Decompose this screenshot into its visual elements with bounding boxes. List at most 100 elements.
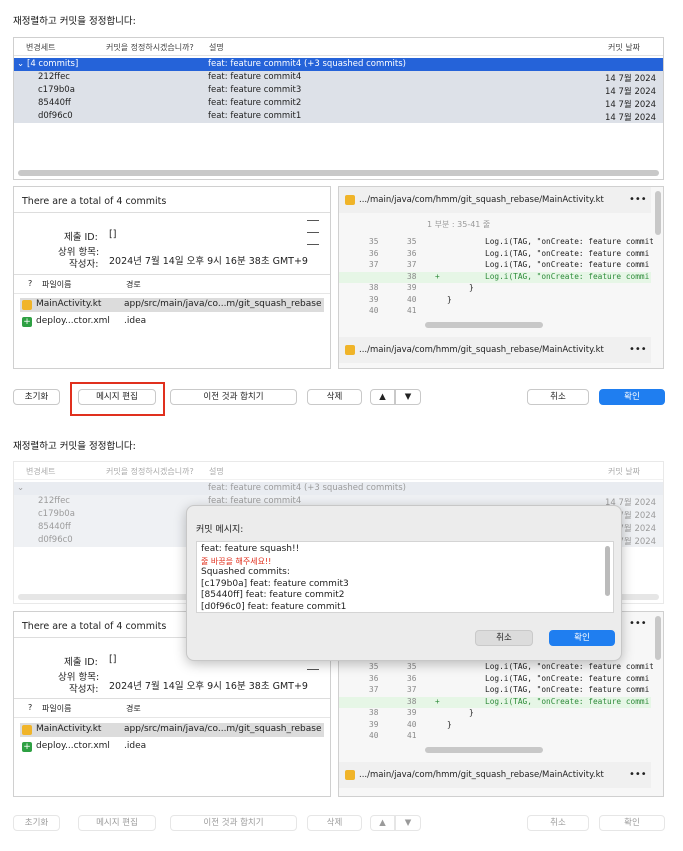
- row-id: 212ffec: [38, 72, 70, 82]
- diff-v-scrollbar[interactable]: [655, 191, 661, 235]
- submit-id-label: 제출 ID:: [64, 657, 98, 668]
- reset-button[interactable]: 초기화: [13, 389, 60, 405]
- file-col-name[interactable]: 파일이름: [42, 703, 71, 714]
- table-scrollbar[interactable]: [18, 170, 659, 176]
- diff-file-path: .../main/java/com/hmm/git_squash_rebase/…: [359, 195, 604, 205]
- table-row[interactable]: 85440ff feat: feature commit2 14 7월 2024: [14, 97, 663, 110]
- diff-file-header[interactable]: .../main/java/com/hmm/git_squash_rebase/…: [339, 187, 651, 213]
- submit-id-label: 제출 ID:: [64, 232, 98, 243]
- file-name: MainActivity.kt: [36, 724, 102, 734]
- table-row[interactable]: d0f96c0 feat: feature commit1 14 7월 2024: [14, 110, 663, 123]
- diff-hunk-header: 1 부분 : 35-41 줄: [427, 220, 491, 229]
- table-row[interactable]: 212ffec feat: feature commit4 14 7월 2024: [14, 71, 663, 84]
- row-date: 14 7월 2024: [605, 100, 657, 110]
- dialog-cancel-button[interactable]: 취소: [475, 630, 533, 646]
- row-id: c179b0a: [38, 509, 75, 519]
- diff-file-path-2: .../main/java/com/hmm/git_squash_rebase/…: [359, 345, 604, 355]
- chevron-down-icon[interactable]: ⌄: [17, 483, 24, 493]
- author-label: 작성자:: [69, 684, 99, 695]
- message-scrollbar[interactable]: [605, 546, 610, 596]
- message-note: 줄 바꿈을 해주세요!!: [201, 556, 272, 566]
- message-line: Squashed commits:: [201, 567, 290, 577]
- column-description[interactable]: 설명: [209, 466, 224, 477]
- column-description[interactable]: 설명: [209, 42, 224, 53]
- diff-file-header-2[interactable]: .../main/java/com/hmm/git_squash_rebase/…: [339, 337, 651, 363]
- file-row[interactable]: + deploy...ctor.xml .idea: [20, 315, 324, 329]
- confirm-button-2[interactable]: 확인: [599, 815, 665, 831]
- file-name: MainActivity.kt: [36, 299, 102, 309]
- row-id: 85440ff: [38, 522, 71, 532]
- table-row-group[interactable]: ⌄ feat: feature commit4 (+3 squashed com…: [14, 482, 663, 495]
- file-row[interactable]: MainActivity.kt app/src/main/java/co...m…: [20, 723, 324, 737]
- merge-previous-button-2[interactable]: 이전 것과 합치기: [170, 815, 297, 831]
- row-desc: feat: feature commit4 (+3 squashed commi…: [208, 483, 406, 493]
- message-line: [85440ff] feat: feature commit2: [201, 590, 345, 600]
- file-name: deploy...ctor.xml: [36, 316, 110, 326]
- file-col-path[interactable]: 경로: [126, 279, 141, 290]
- row-id: 85440ff: [38, 98, 71, 108]
- row-date: 14 7월 2024: [605, 87, 657, 97]
- diff-file-header-2[interactable]: .../main/java/com/hmm/git_squash_rebase/…: [339, 762, 651, 788]
- cancel-button[interactable]: 취소: [527, 389, 589, 405]
- cancel-button-2[interactable]: 취소: [527, 815, 589, 831]
- table-row[interactable]: c179b0a feat: feature commit3 14 7월 2024: [14, 84, 663, 97]
- diff-file-path-2: .../main/java/com/hmm/git_squash_rebase/…: [359, 770, 604, 780]
- move-down-button-2[interactable]: ▼: [395, 815, 421, 831]
- move-down-button[interactable]: ▼: [395, 389, 421, 405]
- more-icon[interactable]: •••: [629, 194, 647, 205]
- submit-id-value: []: [109, 229, 117, 240]
- more-icon[interactable]: •••: [629, 618, 647, 629]
- row-desc: feat: feature commit2: [208, 98, 302, 108]
- column-date[interactable]: 커밋 날짜: [608, 42, 640, 53]
- file-col-q: ?: [28, 279, 33, 288]
- confirm-button[interactable]: 확인: [599, 389, 665, 405]
- modified-file-icon: [22, 300, 32, 310]
- row-id: d0f96c0: [38, 111, 73, 121]
- commit-message-dialog: 커밋 메시지: feat: feature squash!! 줄 바꿈을 해주세…: [186, 505, 622, 661]
- modified-file-icon: [345, 345, 355, 355]
- row-id: 212ffec: [38, 496, 70, 506]
- column-changeset[interactable]: 변경세트: [26, 42, 55, 53]
- row-id: d0f96c0: [38, 535, 73, 545]
- diff-h-scrollbar[interactable]: [425, 747, 543, 753]
- file-col-name[interactable]: 파일이름: [42, 279, 71, 290]
- commit-message-input[interactable]: feat: feature squash!! 줄 바꿈을 해주세요!! Squa…: [196, 541, 614, 613]
- diff-lines: 35 35 Log.i(TAG, "onCreate: feature commit…: [339, 237, 653, 318]
- file-col-path[interactable]: 경로: [126, 703, 141, 714]
- row-desc: feat: feature commit1: [208, 111, 302, 121]
- delete-button[interactable]: 삭제: [307, 389, 362, 405]
- file-path: .idea: [124, 741, 147, 751]
- more-icon[interactable]: •••: [629, 769, 647, 780]
- highlight-box: [70, 382, 165, 416]
- modified-file-icon: [345, 195, 355, 205]
- commit-summary: There are a total of 4 commits: [22, 621, 167, 632]
- submit-id-value: []: [109, 654, 117, 665]
- commit-date: 2024년 7월 14일 오후 9시 16분 38초 GMT+9: [109, 256, 308, 267]
- diff-h-scrollbar[interactable]: [425, 322, 543, 328]
- dialog-confirm-button[interactable]: 확인: [549, 630, 615, 646]
- column-date[interactable]: 커밋 날짜: [608, 466, 640, 477]
- edit-message-button-2[interactable]: 메시지 편집: [78, 815, 156, 831]
- merge-previous-button[interactable]: 이전 것과 합치기: [170, 389, 297, 405]
- file-row[interactable]: + deploy...ctor.xml .idea: [20, 740, 324, 754]
- chevron-down-icon[interactable]: ⌄: [17, 59, 24, 69]
- delete-button-2[interactable]: 삭제: [307, 815, 362, 831]
- author-label: 작성자:: [69, 259, 99, 270]
- file-path: app/src/main/java/co...m/git_squash_reba…: [124, 299, 322, 309]
- commit-summary: There are a total of 4 commits: [22, 196, 167, 207]
- column-changeset[interactable]: 변경세트: [26, 466, 55, 477]
- column-amend[interactable]: 커밋을 정정하시겠습니까?: [106, 466, 194, 477]
- diff-v-scrollbar[interactable]: [655, 616, 661, 660]
- move-up-button-2[interactable]: ▲: [370, 815, 395, 831]
- more-icon[interactable]: •••: [629, 344, 647, 355]
- column-amend[interactable]: 커밋을 정정하시겠습니까?: [106, 42, 194, 53]
- row-date: 14 7월 2024: [605, 113, 657, 123]
- move-up-button[interactable]: ▲: [370, 389, 395, 405]
- file-path: .idea: [124, 316, 147, 326]
- table-header: 변경세트 커밋을 정정하시겠습니까? 설명 커밋 날짜: [14, 462, 663, 480]
- added-file-icon: +: [22, 742, 32, 752]
- file-row[interactable]: MainActivity.kt app/src/main/java/co...m…: [20, 298, 324, 312]
- reset-button-2[interactable]: 초기화: [13, 815, 60, 831]
- table-row-group[interactable]: ⌄ [4 commits] feat: feature commit4 (+3 …: [14, 58, 663, 71]
- details-panel: There are a total of 4 commits 제출 ID: []…: [13, 186, 331, 369]
